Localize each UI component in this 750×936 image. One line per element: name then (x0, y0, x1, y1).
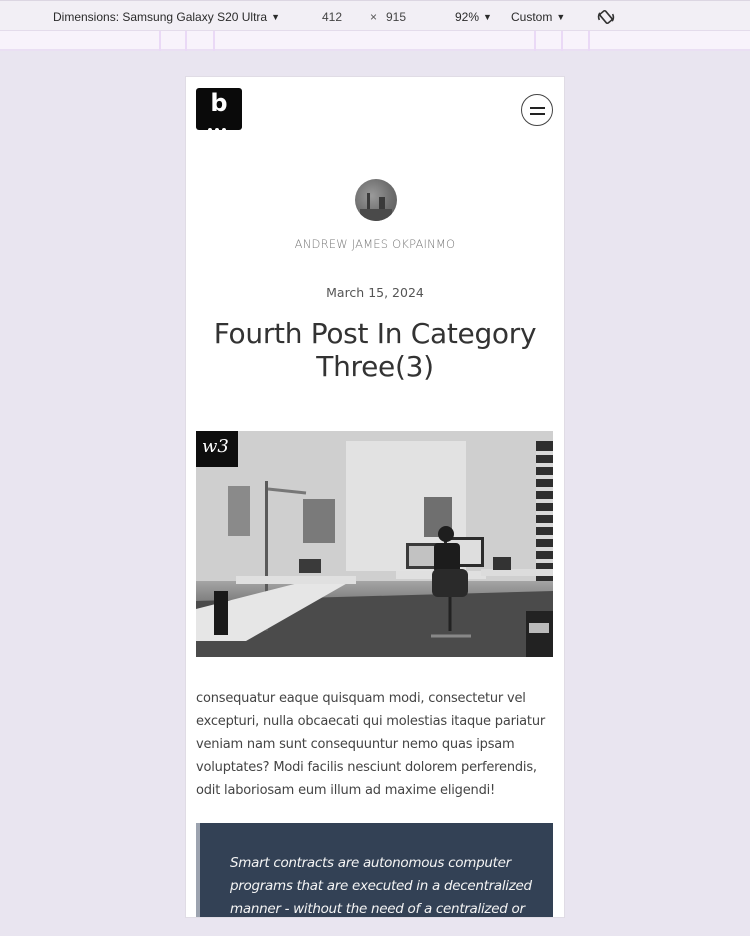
device-selector-label: Dimensions: Samsung Galaxy S20 Ultra (53, 10, 268, 24)
ruler-tick (534, 31, 536, 51)
author-name[interactable]: ANDREW JAMES OKPAINMO (186, 237, 564, 251)
w3-watermark: w3 (196, 431, 238, 467)
height-input[interactable]: 915 (386, 10, 406, 24)
author-avatar[interactable] (355, 179, 397, 221)
logo-letter: b (210, 89, 228, 117)
post-blockquote: Smart contracts are autonomous computer … (196, 823, 553, 917)
site-logo[interactable]: b (196, 88, 242, 132)
rotate-icon[interactable] (596, 7, 616, 27)
menu-icon (530, 113, 545, 115)
ruler-tick (185, 31, 187, 51)
chevron-down-icon: ▼ (271, 12, 281, 22)
ruler-tick (561, 31, 563, 51)
ruler-tick (159, 31, 161, 51)
office-photo (196, 431, 553, 657)
throttle-selector[interactable]: Custom ▼ (511, 10, 565, 24)
device-selector[interactable]: Dimensions: Samsung Galaxy S20 Ultra ▼ (53, 10, 280, 24)
ruler-tick (213, 31, 215, 51)
hamburger-menu-button[interactable] (521, 94, 553, 126)
device-toolbar: Dimensions: Samsung Galaxy S20 Ultra ▼ 41… (0, 0, 750, 31)
width-input[interactable]: 412 (322, 10, 342, 24)
post-paragraph: consequatur eaque quisquam modi, consect… (196, 691, 545, 798)
zoom-selector[interactable]: 92% ▼ (455, 10, 492, 24)
device-viewport: b ANDREW JAMES OKPAINMO March 15, 2024 F… (185, 76, 565, 918)
blockquote-text: Smart contracts are autonomous computer … (230, 855, 532, 917)
media-query-ruler[interactable] (0, 31, 750, 51)
throttle-value: Custom (511, 10, 553, 24)
chevron-down-icon: ▼ (483, 12, 492, 22)
times-icon: × (370, 10, 378, 24)
chevron-down-icon: ▼ (556, 12, 566, 22)
ruler-tick (588, 31, 590, 51)
zoom-value: 92% (455, 10, 480, 24)
menu-icon (530, 107, 545, 109)
post-title: Fourth Post In Category Three(3) (213, 317, 537, 383)
post-featured-image: w3 (196, 431, 553, 657)
post-date: March 15, 2024 (326, 285, 424, 300)
logo-dots (208, 119, 230, 132)
